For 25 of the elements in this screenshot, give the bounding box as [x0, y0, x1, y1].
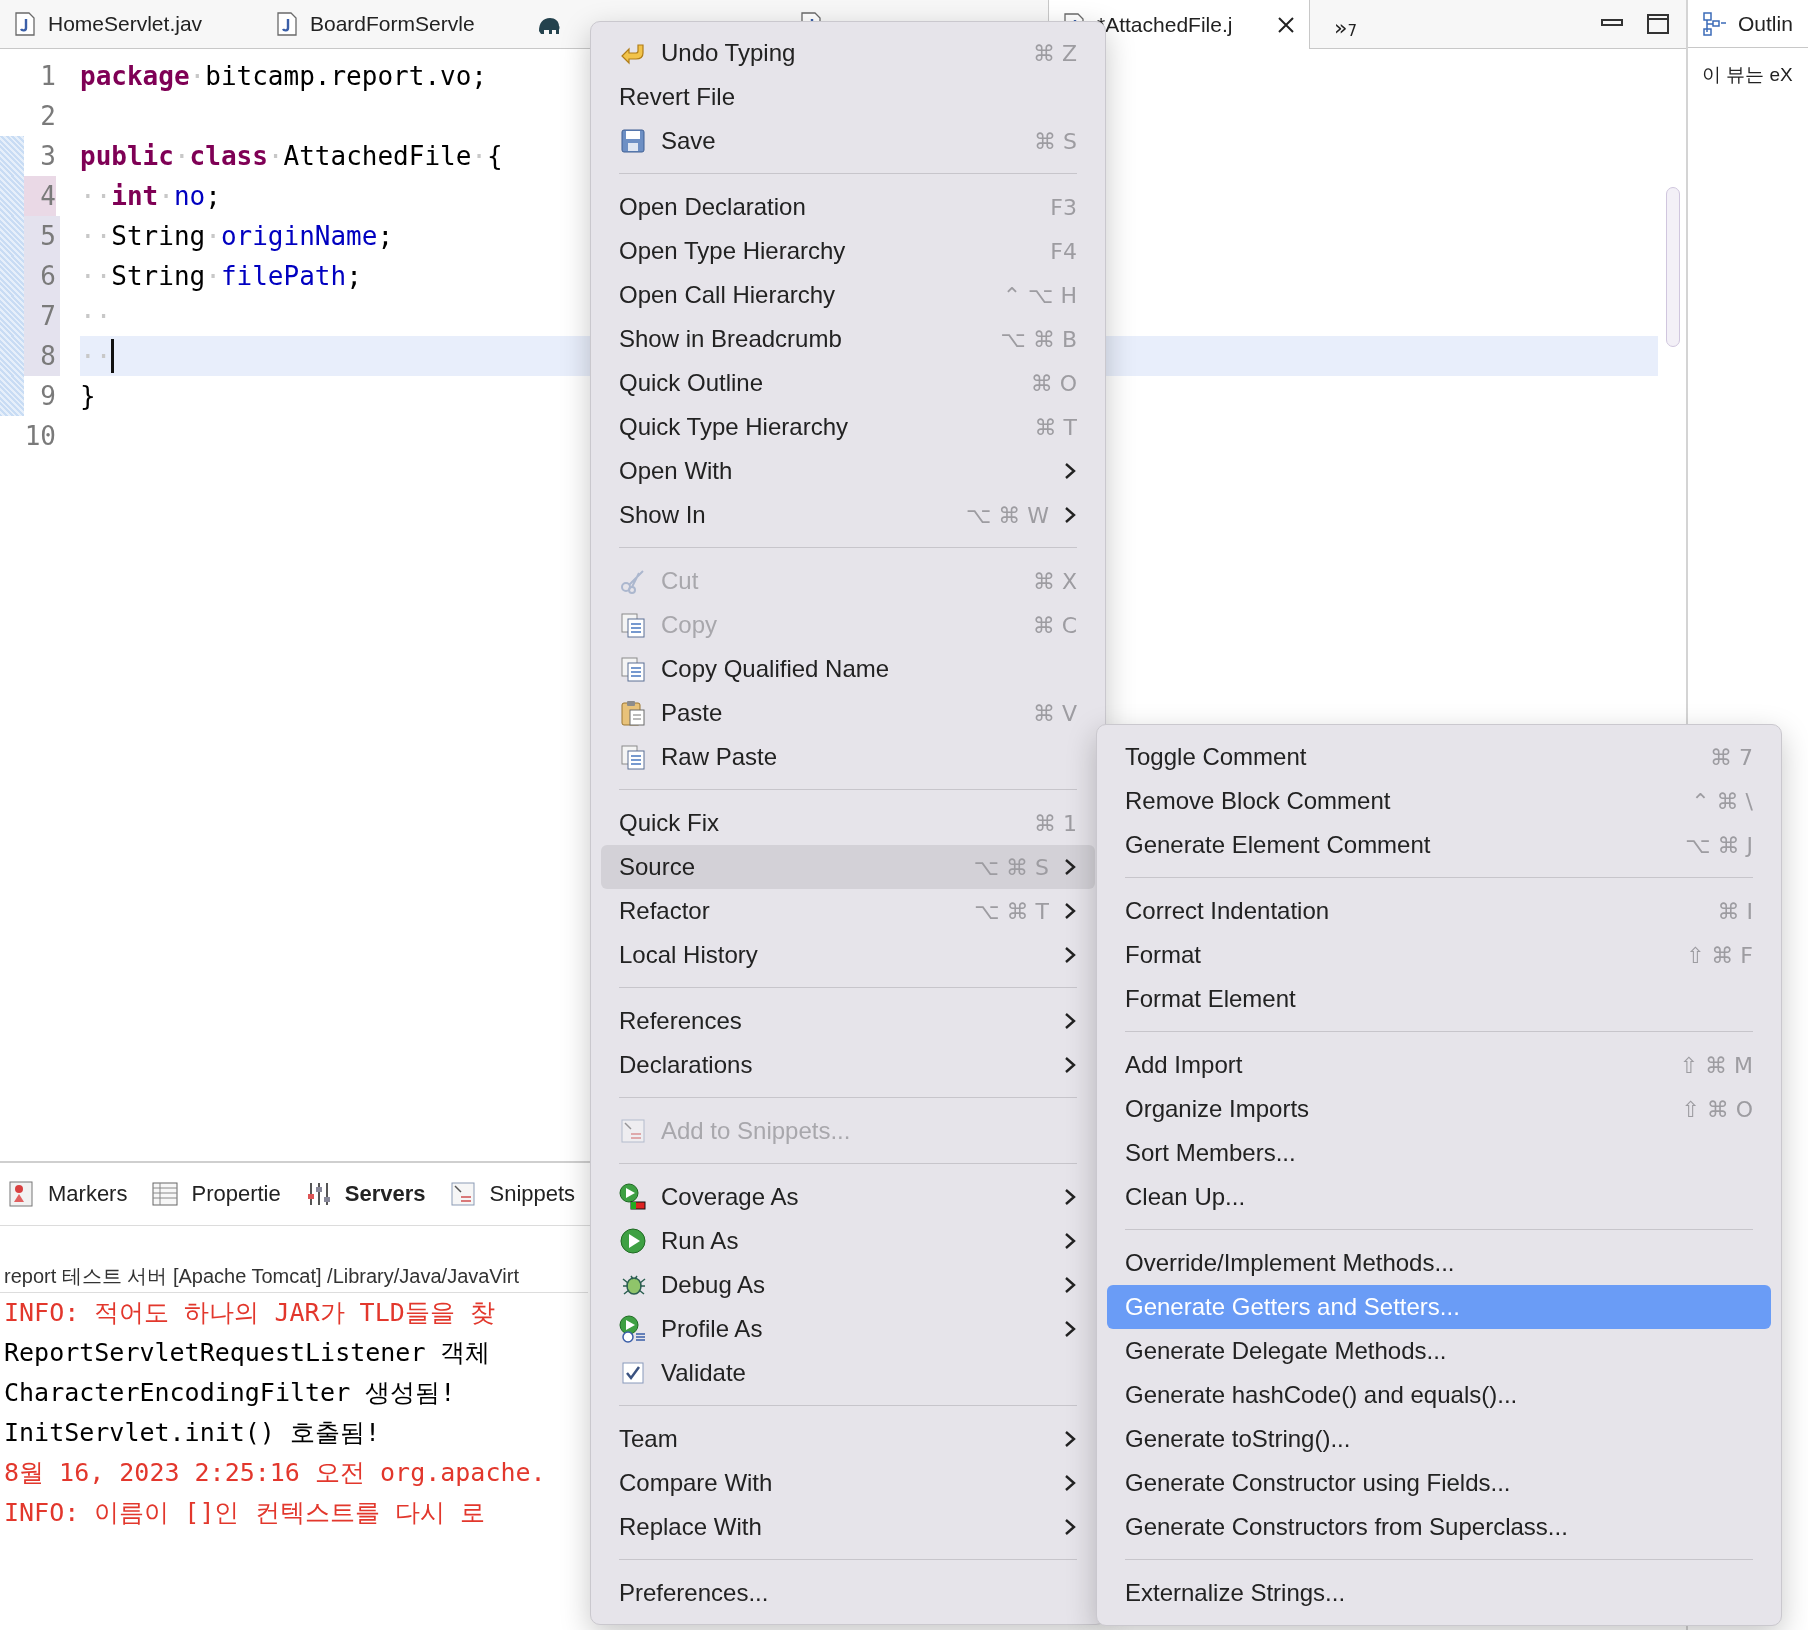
console-line: CharacterEncodingFilter 생성됨! [3, 1377, 456, 1409]
console-title: report 테스트 서버 [Apache Tomcat] /Library/Java/JavaVirt [0, 1260, 588, 1293]
line-number: 3 [39, 140, 57, 173]
line-number: 6 [24, 256, 60, 296]
line-number: 7 [24, 296, 60, 336]
line-number: 2 [39, 100, 57, 133]
line-number: 5 [24, 216, 60, 256]
code-text: } [80, 380, 96, 413]
console-line: INFO: 이름이 []인 컨텍스트를 다시 로 [3, 1497, 485, 1529]
line-number: 8 [24, 336, 60, 376]
code-text: ·· [80, 300, 112, 333]
code-text: package·bitcamp.report.vo; [80, 60, 487, 93]
console-line: InitServlet.init() 호출됨! [3, 1417, 381, 1449]
line-number: 10 [24, 420, 57, 453]
code-text: public·class·AttachedFile·{ [80, 140, 503, 173]
code-text: ··int·no; [80, 180, 221, 213]
console-line: ReportServletRequestListener 객체 [3, 1337, 491, 1369]
outline-message: 이 뷰는 eX [1701, 63, 1794, 87]
code-text: ·· [80, 340, 112, 373]
line-number: 1 [39, 60, 57, 93]
code-text: ··String·originName; [80, 220, 394, 253]
code-text: ··String·filePath; [80, 260, 362, 293]
console-line: 8월 16, 2023 2:25:16 오전 org.apache. [3, 1457, 546, 1489]
console-line: INFO: 적어도 하나의 JAR가 TLD들을 찾 [3, 1297, 495, 1329]
line-number: 9 [39, 380, 57, 413]
